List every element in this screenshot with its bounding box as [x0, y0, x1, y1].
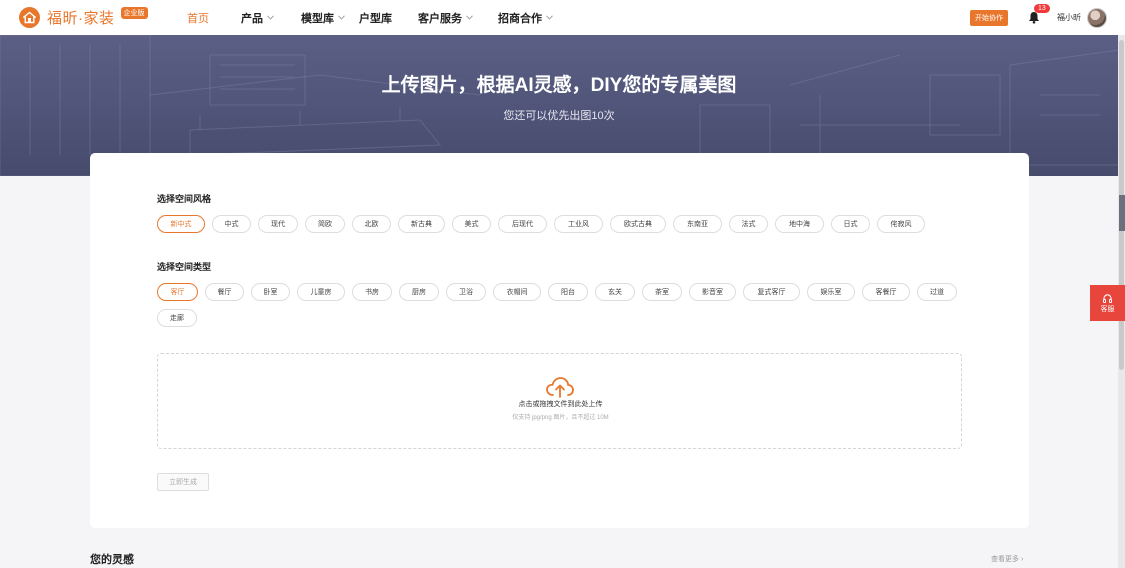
style-option-chip[interactable]: 侘寂风 [877, 215, 925, 233]
nav-item-label: 模型库 [301, 12, 334, 25]
type-option-chip[interactable]: 影音室 [689, 283, 736, 301]
nav-item-floorplans[interactable]: 户型库 [359, 10, 418, 26]
nav-item-products[interactable]: 产品 [241, 10, 301, 26]
type-option-chip[interactable]: 餐厅 [205, 283, 244, 301]
generate-button[interactable]: 立即生成 [157, 473, 209, 491]
chevron-down-icon [466, 15, 473, 20]
upload-text: 点击或拖拽文件到此处上传 [518, 401, 603, 408]
nav-item-label: 首页 [187, 12, 209, 25]
customer-service-label: 客服 [1100, 305, 1115, 313]
type-option-chip[interactable]: 复式客厅 [743, 283, 800, 301]
style-option-chip[interactable]: 中式 [212, 215, 251, 233]
style-option-chip[interactable]: 工业风 [554, 215, 603, 233]
nav-item-label: 招商合作 [498, 12, 542, 25]
style-section-label: 选择空间风格 [157, 194, 212, 204]
user-name[interactable]: 福小昕 [1057, 12, 1081, 23]
main-menu: 首页 产品 模型库 户型库 客户服务 招商合作 [187, 0, 568, 35]
type-option-chip[interactable]: 衣帽间 [493, 283, 541, 301]
hero-title: 上传图片，根据AI灵感，DIY您的专属美图 [381, 75, 737, 96]
style-option-chip[interactable]: 地中海 [775, 215, 824, 233]
type-option-chip[interactable]: 娱乐室 [807, 283, 855, 301]
type-section-label: 选择空间类型 [157, 262, 212, 272]
notification-count-badge: 13 [1034, 3, 1050, 13]
cloud-upload-icon [546, 377, 574, 398]
style-option-chip[interactable]: 简欧 [305, 215, 345, 233]
brand-name: 福昕·家装 [47, 10, 115, 27]
nav-item-partnership[interactable]: 招商合作 [498, 10, 568, 26]
nav-item-label: 产品 [241, 12, 263, 25]
style-option-chip[interactable]: 欧式古典 [610, 215, 666, 233]
headset-icon [1103, 293, 1112, 303]
nav-item-models[interactable]: 模型库 [301, 10, 359, 26]
type-option-chip[interactable]: 儿童房 [297, 283, 345, 301]
type-option-chip[interactable]: 过道 [917, 283, 957, 301]
nav-item-home[interactable]: 首页 [187, 10, 241, 26]
start-collab-button[interactable]: 开始协作 [970, 9, 1008, 26]
home-logo-icon [19, 7, 40, 28]
style-option-chip[interactable]: 现代 [258, 215, 298, 233]
type-option-chip[interactable]: 厨房 [399, 283, 439, 301]
type-option-chip[interactable]: 茶室 [642, 283, 682, 301]
nav-item-customer-service[interactable]: 客户服务 [418, 10, 498, 26]
style-options: 新中式 中式 现代 简欧 北欧 新古典 美式 后现代 工业风 欧式古典 东南亚 法式 地中海 日式 侘寂风 [157, 215, 997, 241]
style-option-chip[interactable]: 后现代 [498, 215, 547, 233]
type-option-chip[interactable]: 走廊 [157, 309, 197, 327]
style-option-chip[interactable]: 北欧 [352, 215, 391, 233]
inspiration-title: 您的灵感 [90, 554, 134, 566]
upload-dropzone[interactable]: 点击或拖拽文件到此处上传 仅支持 jpg/png 图片，且不超过 10M [157, 353, 962, 449]
upload-hint: 仅支持 jpg/png 图片，且不超过 10M [512, 415, 609, 421]
chevron-down-icon [267, 15, 274, 20]
top-nav: 福昕·家装 企业版 首页 产品 模型库 户型库 客户服务 招商合作 开始协作 1… [0, 0, 1125, 35]
type-option-chip[interactable]: 玄关 [595, 283, 635, 301]
chevron-down-icon [546, 15, 553, 20]
style-option-chip[interactable]: 美式 [452, 215, 491, 233]
chevron-down-icon [338, 15, 345, 20]
brand-logo[interactable]: 福昕·家装 企业版 [19, 6, 148, 28]
avatar[interactable] [1087, 7, 1107, 28]
type-option-chip[interactable]: 客厅 [157, 283, 198, 301]
type-option-chip[interactable]: 卫浴 [446, 283, 486, 301]
chevron-right-icon: › [1020, 556, 1024, 563]
type-options: 客厅 餐厅 卧室 儿童房 书房 厨房 卫浴 衣帽间 阳台 玄关 茶室 影音室 复式客厅 娱乐室 客餐厅 过道走… [157, 283, 997, 335]
nav-right: 开始协作 13 福小昕 [970, 0, 1107, 35]
type-option-chip[interactable]: 书房 [352, 283, 392, 301]
style-option-chip[interactable]: 东南亚 [673, 215, 722, 233]
customer-service-float-button[interactable]: 客服 [1090, 285, 1125, 321]
type-option-chip[interactable]: 阳台 [548, 283, 588, 301]
style-option-chip[interactable]: 日式 [831, 215, 870, 233]
type-option-chip[interactable]: 客餐厅 [862, 283, 910, 301]
view-more-link[interactable]: 查看更多 › [991, 554, 1023, 564]
nav-item-label: 客户服务 [418, 12, 462, 25]
style-option-chip[interactable]: 新中式 [157, 215, 205, 233]
side-panel-tab[interactable] [1119, 195, 1125, 231]
nav-item-label: 户型库 [359, 12, 392, 25]
hero-subtitle: 您还可以优先出图10次 [503, 110, 615, 122]
view-more-label: 查看更多 [991, 556, 1019, 563]
style-option-chip[interactable]: 新古典 [398, 215, 445, 233]
style-option-chip[interactable]: 法式 [729, 215, 768, 233]
generator-card: 选择空间风格 新中式 中式 现代 简欧 北欧 新古典 美式 后现代 工业风 欧式古典 东南亚 法式 地中… [90, 153, 1029, 528]
type-option-chip[interactable]: 卧室 [251, 283, 290, 301]
notification-button[interactable]: 13 [1028, 3, 1050, 25]
brand-badge: 企业版 [120, 6, 148, 19]
